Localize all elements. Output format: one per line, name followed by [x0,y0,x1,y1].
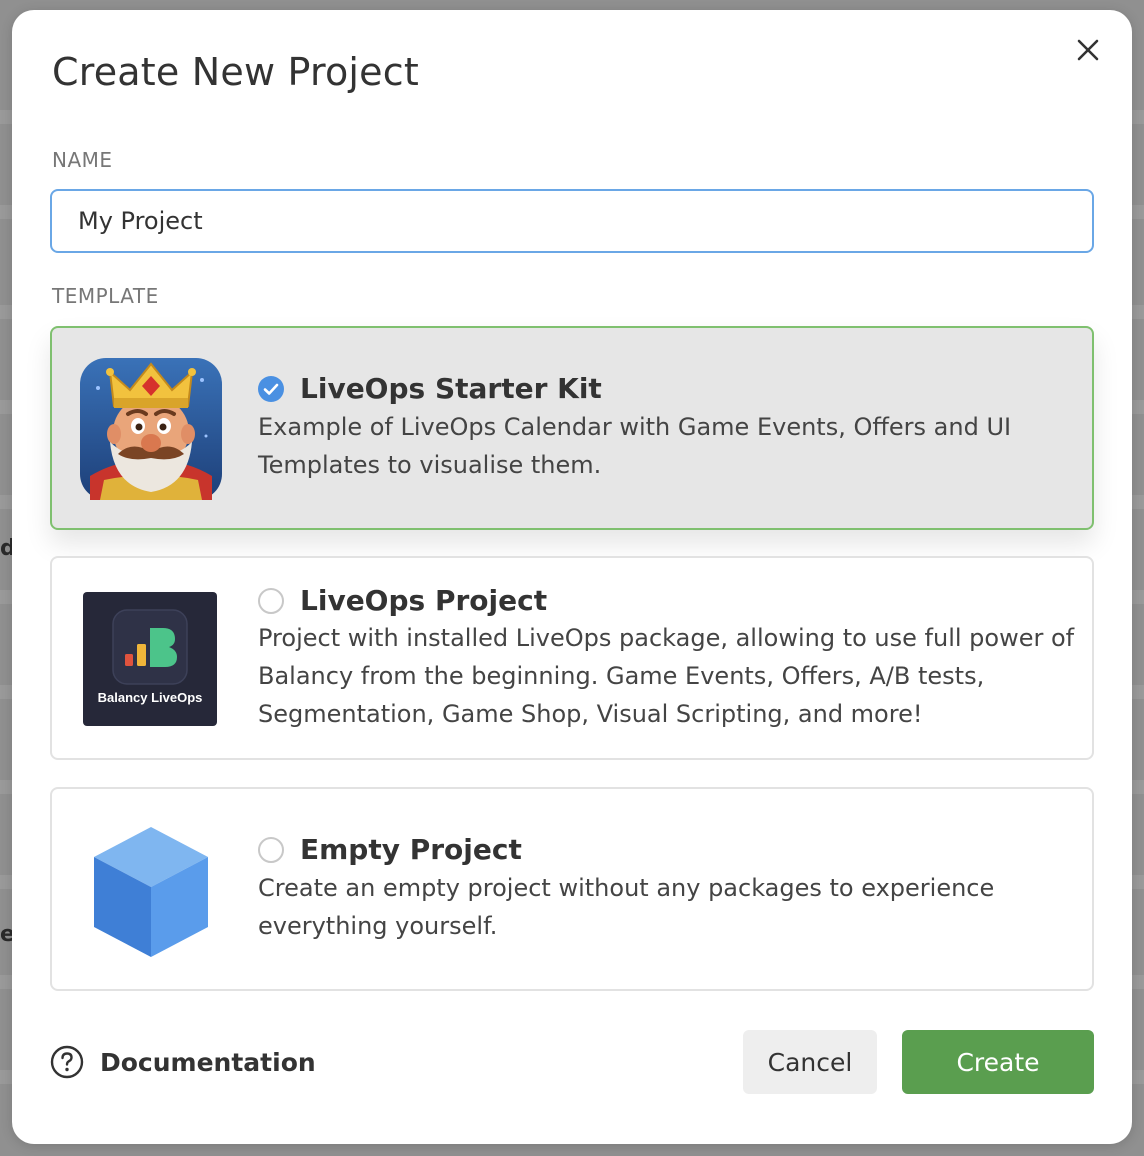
template-description: Project with installed LiveOps package, … [258,624,1075,728]
template-radio-liveops-starter-kit[interactable] [258,376,284,402]
close-button[interactable] [1070,32,1106,68]
documentation-link[interactable]: Documentation [50,1042,316,1082]
balancy-liveops-logo: Balancy LiveOps [83,592,217,726]
cancel-button[interactable]: Cancel [743,1030,877,1094]
name-label: NAME [52,148,113,172]
template-title: LiveOps Project [300,584,548,617]
template-title: Empty Project [300,833,522,866]
template-card-empty-project[interactable]: Empty Project Create an empty project wi… [50,787,1094,991]
create-button[interactable]: Create [902,1030,1094,1094]
template-description: Create an empty project without any pack… [258,874,995,940]
logo-caption: Balancy LiveOps [97,690,203,705]
template-radio-liveops-project[interactable] [258,588,284,614]
dialog-title: Create New Project [52,50,419,94]
template-label: TEMPLATE [52,284,159,308]
documentation-label: Documentation [100,1047,316,1077]
template-description: Example of LiveOps Calendar with Game Ev… [258,413,1012,479]
king-character-icon [80,358,222,500]
template-title: LiveOps Starter Kit [300,372,602,405]
blue-cube-icon [80,821,222,963]
template-card-liveops-starter-kit[interactable]: LiveOps Starter Kit Example of LiveOps C… [50,326,1094,530]
create-project-dialog: Create New Project NAME TEMPLATE [12,10,1132,1144]
template-radio-empty-project[interactable] [258,837,284,863]
close-icon [1077,39,1099,61]
template-card-liveops-project[interactable]: Balancy LiveOps LiveOps Project Project … [50,556,1094,760]
project-name-input[interactable] [50,189,1094,253]
checkmark-icon [263,383,279,395]
help-circle-icon [50,1045,84,1079]
